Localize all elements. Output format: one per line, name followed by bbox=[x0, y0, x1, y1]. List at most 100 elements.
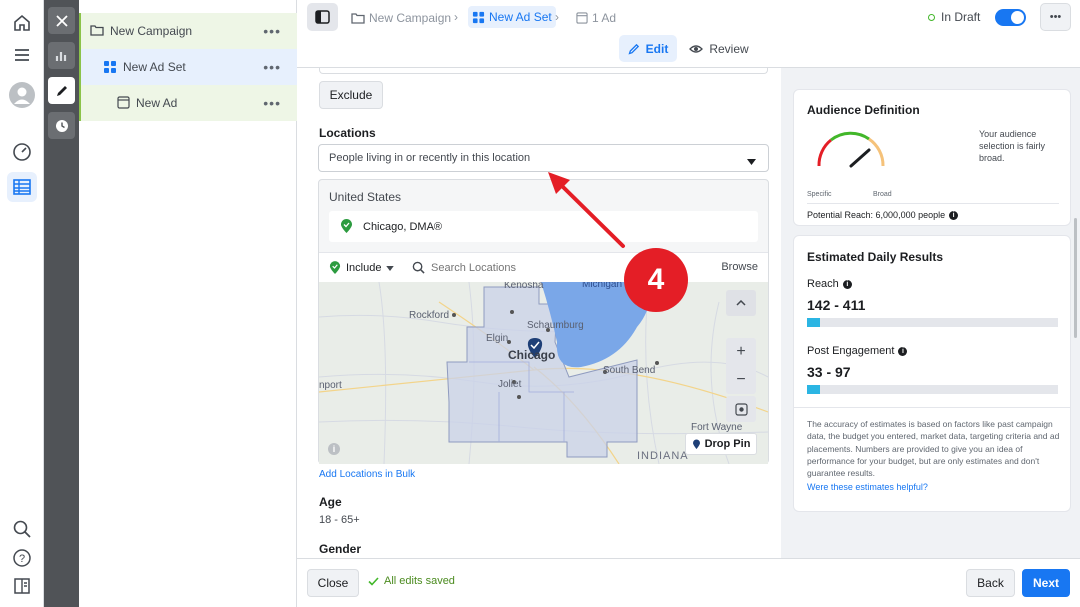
location-pin-icon bbox=[340, 219, 353, 237]
audience-note: Your audience selection is fairly broad. bbox=[979, 129, 1046, 163]
panel-icon[interactable] bbox=[7, 571, 37, 601]
menu-icon[interactable] bbox=[7, 40, 37, 70]
search-icon bbox=[412, 261, 425, 279]
more-options-icon[interactable]: ••• bbox=[263, 23, 281, 39]
zoom-controls: + − bbox=[726, 338, 756, 394]
footer-bar: Close All edits saved Back Next bbox=[297, 558, 1080, 607]
dashboard-gauge-icon[interactable] bbox=[7, 137, 37, 167]
breadcrumb-label: New Campaign bbox=[369, 11, 452, 25]
map-label-indiana: INDIANA bbox=[637, 450, 689, 462]
include-dropdown[interactable]: Include bbox=[329, 261, 395, 275]
more-options-button[interactable]: ••• bbox=[1040, 3, 1071, 31]
home-icon[interactable] bbox=[7, 8, 37, 38]
zoom-in-button[interactable]: + bbox=[726, 338, 756, 366]
close-button[interactable]: Close bbox=[307, 569, 359, 597]
status-badge: In Draft bbox=[928, 10, 980, 24]
potential-reach-text: Potential Reach: 6,000,000 people bbox=[807, 210, 946, 220]
age-value[interactable]: 18 - 65+ bbox=[319, 514, 360, 526]
folder-icon bbox=[351, 13, 365, 24]
previous-field bbox=[319, 68, 768, 74]
estimated-daily-results-card: Estimated Daily Results Reach i 142 - 41… bbox=[793, 235, 1071, 512]
zoom-out-button[interactable]: − bbox=[726, 366, 756, 394]
browse-link[interactable]: Browse bbox=[721, 261, 758, 273]
selected-location-item[interactable]: Chicago, DMA® bbox=[329, 211, 758, 242]
reach-bar bbox=[807, 318, 1058, 327]
search-icon[interactable] bbox=[7, 514, 37, 544]
location-box: United States Chicago, DMA® Include Brow… bbox=[318, 179, 769, 464]
tree-item-adset[interactable]: New Ad Set ••• bbox=[79, 49, 297, 85]
map-label-edge: nport bbox=[319, 380, 342, 391]
avatar[interactable] bbox=[7, 80, 37, 110]
audience-definition-card: Audience Definition Specific Broad Your … bbox=[793, 89, 1071, 226]
breadcrumb-adset[interactable]: New Ad Set bbox=[468, 6, 556, 28]
map-collapse-button[interactable] bbox=[726, 290, 756, 316]
tree-item-label: New Campaign bbox=[110, 24, 193, 38]
tree-item-ad[interactable]: New Ad ••• bbox=[79, 85, 297, 121]
breadcrumb-campaign[interactable]: New Campaign bbox=[351, 8, 451, 28]
back-button[interactable]: Back bbox=[966, 569, 1015, 597]
country-label: United States bbox=[329, 190, 402, 204]
breadcrumb-label: 1 Ad bbox=[592, 11, 617, 25]
tab-edit[interactable]: Edit bbox=[619, 35, 677, 62]
top-bar: New Campaign › New Ad Set › 1 Ad In Draf… bbox=[297, 0, 1080, 68]
age-heading: Age bbox=[319, 495, 342, 509]
next-button[interactable]: Next bbox=[1022, 569, 1070, 597]
ads-table-icon[interactable] bbox=[7, 172, 37, 202]
pencil-icon[interactable] bbox=[48, 77, 75, 104]
location-type-select[interactable]: People living in or recently in this loc… bbox=[318, 144, 769, 172]
ad-document-icon bbox=[117, 96, 130, 112]
map-label-joliet: Joliet bbox=[498, 379, 522, 390]
map-label-schaumburg: Schaumburg bbox=[527, 320, 584, 331]
tab-review[interactable]: Review bbox=[687, 35, 751, 62]
engagement-label-row: Post Engagement i bbox=[807, 345, 908, 357]
locations-heading: Locations bbox=[319, 126, 376, 140]
gender-heading: Gender bbox=[319, 542, 362, 556]
location-map[interactable]: Kenosha Michigan Rockford Schaumburg Elg… bbox=[319, 282, 768, 464]
audience-gauge-icon bbox=[817, 131, 885, 168]
reach-label: Reach bbox=[807, 278, 839, 290]
chevron-right-icon: › bbox=[555, 10, 559, 24]
engagement-label: Post Engagement bbox=[807, 345, 895, 357]
locate-me-button[interactable] bbox=[726, 396, 756, 422]
pencil-icon bbox=[628, 43, 639, 55]
draft-toggle[interactable] bbox=[995, 9, 1026, 26]
audience-title: Audience Definition bbox=[807, 103, 920, 117]
breadcrumb-ad[interactable]: 1 Ad bbox=[576, 8, 616, 28]
tree-item-label: New Ad Set bbox=[123, 60, 186, 74]
add-locations-bulk-link[interactable]: Add Locations in Bulk bbox=[319, 469, 415, 480]
divider bbox=[807, 203, 1059, 204]
include-pin-icon bbox=[329, 261, 341, 274]
adset-grid-icon bbox=[472, 11, 485, 23]
step-number-badge: 4 bbox=[624, 248, 688, 312]
tree-item-campaign[interactable]: New Campaign ••• bbox=[79, 13, 297, 49]
map-info-icon[interactable]: i bbox=[328, 443, 340, 455]
toggle-sidebar-icon[interactable] bbox=[307, 3, 338, 31]
estimates-helpful-link[interactable]: Were these estimates helpful? bbox=[807, 482, 928, 492]
gauge-broad-label: Broad bbox=[873, 191, 892, 198]
eye-icon bbox=[689, 44, 704, 53]
include-label: Include bbox=[346, 262, 382, 274]
info-icon[interactable]: i bbox=[898, 346, 908, 356]
divider bbox=[794, 407, 1070, 408]
more-options-icon[interactable]: ••• bbox=[263, 59, 281, 75]
svg-text:?: ? bbox=[19, 553, 25, 565]
close-icon[interactable] bbox=[48, 7, 75, 34]
location-type-value: People living in or recently in this loc… bbox=[329, 152, 531, 164]
map-label-michigan: Michigan bbox=[582, 282, 623, 290]
status-dot-icon bbox=[928, 13, 935, 21]
help-icon[interactable]: ? bbox=[7, 543, 37, 573]
drop-pin-button[interactable]: Drop Pin bbox=[685, 433, 757, 455]
info-icon[interactable]: i bbox=[842, 279, 852, 289]
editor-tool-strip bbox=[44, 0, 79, 607]
tab-label: Review bbox=[709, 41, 749, 56]
clock-icon[interactable] bbox=[48, 112, 75, 139]
exclude-button[interactable]: Exclude bbox=[319, 81, 383, 109]
more-options-icon[interactable]: ••• bbox=[263, 95, 281, 111]
scrollbar[interactable] bbox=[1074, 218, 1077, 338]
location-search-bar: Include Browse bbox=[319, 252, 768, 282]
chart-icon[interactable] bbox=[48, 42, 75, 69]
adset-grid-icon bbox=[103, 60, 117, 77]
selected-location-label: Chicago, DMA® bbox=[363, 220, 443, 233]
info-icon[interactable]: i bbox=[949, 210, 959, 220]
estimates-title: Estimated Daily Results bbox=[807, 250, 944, 264]
